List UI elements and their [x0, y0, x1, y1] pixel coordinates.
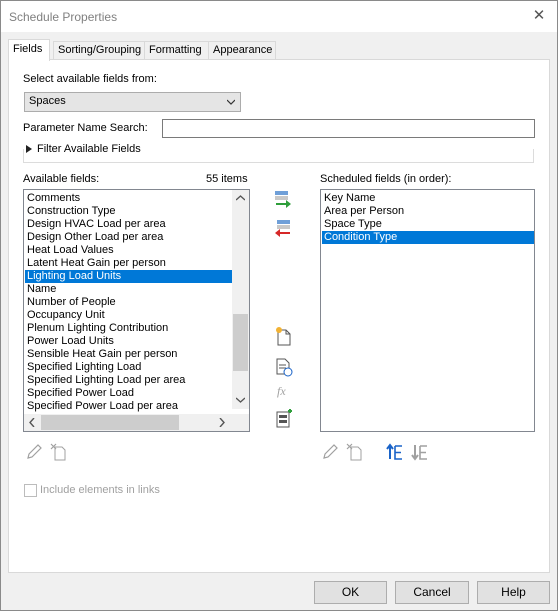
ok-button[interactable]: OK: [314, 581, 387, 604]
scroll-left-icon[interactable]: [29, 418, 35, 427]
include-links-label: Include elements in links: [40, 484, 160, 496]
tab-sorting-grouping[interactable]: Sorting/Grouping: [53, 41, 145, 60]
list-item[interactable]: Construction Type: [25, 205, 233, 218]
list-item[interactable]: Latent Heat Gain per person: [25, 257, 233, 270]
available-count: 55 items: [206, 173, 248, 185]
add-field-icon[interactable]: [273, 189, 293, 209]
vertical-scrollbar[interactable]: [232, 190, 249, 409]
filter-label[interactable]: Filter Available Fields: [37, 143, 144, 155]
available-fields-list[interactable]: Comments Construction Type Design HVAC L…: [23, 189, 250, 432]
scrollbar-corner: [232, 414, 249, 431]
dialog-title: Schedule Properties: [9, 10, 118, 24]
list-item[interactable]: Area per Person: [322, 205, 534, 218]
param-search-input[interactable]: [162, 119, 535, 138]
list-item[interactable]: Occupancy Unit: [25, 309, 233, 322]
list-item[interactable]: Key Name: [322, 192, 534, 205]
move-up-icon[interactable]: [386, 443, 404, 461]
list-item[interactable]: Sensible Heat Gain per person: [25, 348, 233, 361]
param-search-label: Parameter Name Search:: [23, 122, 148, 134]
list-item[interactable]: Plenum Lighting Contribution: [25, 322, 233, 335]
new-parameter-icon[interactable]: [275, 326, 293, 346]
list-item[interactable]: Name: [25, 283, 233, 296]
vertical-scroll-thumb[interactable]: [233, 314, 248, 371]
list-item-selected[interactable]: Lighting Load Units: [25, 270, 233, 283]
list-item[interactable]: Specified Power Load: [25, 387, 233, 400]
list-item[interactable]: Comments: [25, 192, 233, 205]
help-button[interactable]: Help: [477, 581, 550, 604]
scheduled-fields-label: Scheduled fields (in order):: [320, 173, 452, 185]
list-item[interactable]: Heat Load Values: [25, 244, 233, 257]
horizontal-scroll-thumb[interactable]: [41, 415, 179, 430]
include-links-checkbox: [24, 484, 37, 497]
list-item[interactable]: Specified Power Load per area: [25, 400, 233, 413]
move-down-icon: [411, 445, 427, 461]
calculated-value-icon[interactable]: [275, 357, 293, 377]
scroll-right-icon[interactable]: [219, 418, 225, 427]
list-item[interactable]: Power Load Units: [25, 335, 233, 348]
delete-parameter-icon: [346, 443, 362, 461]
title-bar: Schedule Properties ✕: [1, 1, 557, 32]
scheduled-fields-list[interactable]: Key Name Area per Person Space Type Cond…: [320, 189, 535, 432]
list-item[interactable]: Design Other Load per area: [25, 231, 233, 244]
available-fields-label: Available fields:: [23, 173, 100, 185]
select-from-value: Spaces: [29, 95, 66, 107]
edit-parameter-icon: [27, 444, 42, 459]
list-item[interactable]: Design HVAC Load per area: [25, 218, 233, 231]
remove-field-icon[interactable]: [273, 218, 293, 238]
horizontal-scrollbar[interactable]: [24, 414, 232, 431]
list-item-selected[interactable]: Condition Type: [322, 231, 534, 244]
edit-parameter-icon: [323, 444, 338, 459]
chevron-down-icon: [227, 99, 235, 105]
list-item[interactable]: Specified Lighting Load per area: [25, 374, 233, 387]
combine-parameters-icon[interactable]: [275, 409, 293, 429]
schedule-properties-dialog: Schedule Properties ✕ Fields Sorting/Gro…: [0, 0, 558, 611]
fx-icon: fx: [277, 384, 286, 398]
select-from-label: Select available fields from:: [23, 73, 157, 85]
expand-arrow-icon[interactable]: [26, 145, 32, 153]
select-from-dropdown[interactable]: Spaces: [24, 92, 241, 112]
tab-fields[interactable]: Fields: [8, 39, 50, 61]
fields-tab-panel: Select available fields from: Spaces Par…: [8, 59, 550, 573]
list-item[interactable]: Space Type: [322, 218, 534, 231]
list-item[interactable]: Number of People: [25, 296, 233, 309]
scroll-down-icon[interactable]: [236, 397, 245, 403]
delete-parameter-icon: [50, 443, 66, 461]
tab-appearance[interactable]: Appearance: [208, 41, 276, 60]
cancel-button[interactable]: Cancel: [395, 581, 469, 604]
scroll-up-icon[interactable]: [236, 195, 245, 201]
list-item[interactable]: Specified Lighting Load: [25, 361, 233, 374]
tab-formatting[interactable]: Formatting: [144, 41, 209, 60]
close-icon[interactable]: ✕: [529, 6, 549, 26]
